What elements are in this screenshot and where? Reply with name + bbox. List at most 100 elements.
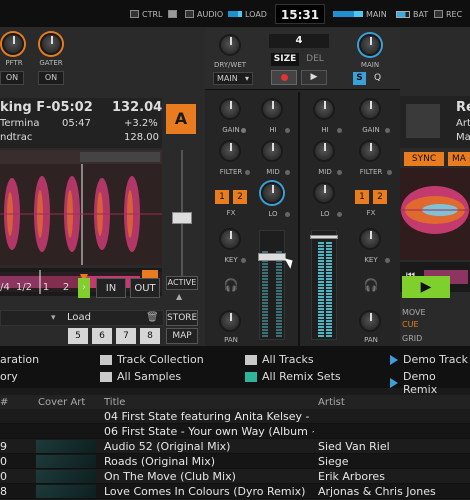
favorite-all-remix-sets[interactable]: All Remix Sets [245, 370, 341, 383]
quantize-button[interactable]: Q [371, 72, 384, 85]
master-button[interactable]: MA [448, 152, 470, 166]
track-title-b: Re [456, 100, 470, 115]
cue-button-5[interactable]: 5 [68, 328, 88, 344]
fx-assign-2-b[interactable]: 2 [373, 190, 387, 204]
loop-size-quarter[interactable]: /4 [0, 278, 10, 298]
main-volume-knob[interactable] [359, 34, 381, 56]
fx-assign-2-a[interactable]: 2 [233, 190, 247, 204]
mid-eq-knob-a[interactable] [261, 140, 283, 162]
volume-fader-b[interactable] [310, 230, 338, 340]
ctrl-indicator: CTRL [130, 7, 163, 21]
table-row[interactable]: 9 Audio 52 (Original Mix) Sied Van Riel [0, 439, 470, 454]
gater-knob[interactable] [40, 33, 62, 55]
favorite-preparation[interactable]: aration [0, 353, 39, 366]
fx-label-a: FX [226, 209, 236, 217]
dry-wet-knob[interactable] [219, 34, 241, 56]
gain-knob-a[interactable] [219, 98, 241, 120]
column-cover-art[interactable]: Cover Art [38, 395, 98, 410]
lo-eq-knob-b[interactable] [313, 182, 335, 204]
main-level-indicator: MAIN [333, 7, 387, 21]
hi-eq-knob-a[interactable] [261, 98, 283, 120]
gain-knob-b[interactable] [359, 98, 381, 120]
size-button[interactable]: SIZE [271, 53, 299, 66]
loop-next-button[interactable]: › [78, 278, 90, 298]
pan-label-a: PAN [224, 336, 238, 344]
favorite-demo-remix[interactable]: Demo Remix [390, 370, 470, 396]
cue-button-8[interactable]: 8 [140, 328, 160, 344]
table-row[interactable]: 0 Roads (Original Mix) Siege [0, 454, 470, 469]
table-row[interactable]: 04 First State featuring Anita Kelsey - … [0, 409, 470, 424]
loop-size-2[interactable]: 2 [58, 278, 74, 298]
fx-assign-1-b[interactable]: 1 [355, 190, 369, 204]
play-button[interactable]: ▶ [301, 70, 327, 85]
lo-eq-knob-a[interactable] [261, 182, 283, 204]
headphones-icon[interactable]: 🎧 [363, 278, 379, 292]
channel-a: GAIN FILTER 1 2 FX KEY 🎧 PAN [211, 92, 251, 346]
fx-assign-1-a[interactable]: 1 [215, 190, 229, 204]
grid-button[interactable]: GRID [400, 334, 422, 343]
tracklist-header: # Cover Art Title Artist [0, 395, 470, 409]
headphones-icon[interactable]: 🎧 [223, 278, 239, 292]
mixer-divider [298, 92, 300, 346]
favorite-all-samples[interactable]: All Samples [100, 370, 181, 383]
cue-mode-button[interactable]: CUE [400, 320, 450, 332]
delete-button[interactable]: DEL [303, 53, 327, 66]
gater-on-button[interactable]: ON [38, 71, 64, 85]
waveform-a[interactable] [0, 150, 162, 265]
browser-favorites: aration Track Collection All Tracks Demo… [0, 346, 470, 396]
pftr-label: PFTR [5, 59, 23, 67]
pftr-on-button[interactable]: ON [0, 71, 24, 85]
battery-indicator: BAT [396, 7, 428, 21]
loop-out-button[interactable]: OUT [130, 278, 160, 298]
active-button[interactable]: ACTIVE [166, 276, 198, 290]
gain-led-b [385, 128, 390, 133]
solo-button[interactable]: S [353, 72, 366, 85]
favorite-all-tracks[interactable]: All Tracks [245, 353, 314, 366]
loop-size-half[interactable]: 1/2 [14, 278, 34, 298]
playlist-icon [390, 354, 398, 365]
filter-knob-a[interactable] [219, 140, 241, 162]
table-row[interactable]: 8 Love Comes In Colours (Dyro Remix) Arj… [0, 484, 470, 499]
column-title[interactable]: Title [104, 395, 304, 410]
pftr-knob[interactable] [2, 33, 24, 55]
mid-eq-knob-b[interactable] [313, 140, 335, 162]
favorite-track-collection[interactable]: Track Collection [100, 353, 204, 366]
deck-b: Re Art Ma SYNC MA ⏮ ▶ MOVE CUE GRID [400, 28, 470, 346]
hi-eq-knob-b[interactable] [313, 98, 335, 120]
waveform-b[interactable] [400, 168, 470, 260]
original-bpm: 128.00 [124, 132, 159, 143]
volume-fader-a-handle[interactable] [258, 253, 286, 261]
tempo-fader-handle[interactable] [172, 212, 192, 224]
midi-icon [168, 10, 177, 18]
loop-size-1[interactable]: 1 [38, 278, 54, 298]
record-button[interactable] [271, 70, 297, 85]
cue-button-7[interactable]: 7 [116, 328, 136, 344]
favorite-demo-tracks[interactable]: Demo Track [390, 353, 468, 366]
table-row[interactable]: 06 First State - Your own Way (Album ~ [0, 424, 470, 439]
loop-in-button[interactable]: IN [96, 278, 126, 298]
map-button[interactable]: MAP [166, 328, 198, 344]
volume-fader-a[interactable] [258, 230, 286, 340]
volume-fader-b-handle[interactable] [310, 235, 338, 239]
trash-icon[interactable]: 🗑 [146, 312, 159, 323]
load-dropdown[interactable]: ▾ Load 🗑 [0, 310, 164, 326]
column-artist[interactable]: Artist [318, 395, 468, 410]
track-title: king F [0, 100, 46, 115]
play-button-b[interactable]: ▶ [402, 276, 450, 298]
cue-button-6[interactable]: 6 [92, 328, 112, 344]
key-knob-b[interactable] [359, 228, 381, 250]
column-number[interactable]: # [0, 395, 20, 410]
store-button[interactable]: STORE [166, 310, 198, 326]
key-knob-a[interactable] [219, 228, 241, 250]
deck-a-letter[interactable]: A [166, 104, 196, 134]
table-row[interactable]: 0 On The Move (Club Mix) Erik Arbores [0, 469, 470, 484]
pan-knob-a[interactable] [219, 310, 241, 332]
tempo-fader-a[interactable] [172, 150, 192, 290]
move-button[interactable]: MOVE [400, 308, 426, 317]
pan-knob-b[interactable] [359, 310, 381, 332]
favorite-history[interactable]: ory [0, 370, 18, 383]
rec-indicator[interactable]: REC [434, 7, 462, 21]
sync-button[interactable]: SYNC [404, 152, 444, 166]
fx-routing-dropdown[interactable]: MAIN ▾ [213, 72, 253, 85]
filter-knob-b[interactable] [359, 140, 381, 162]
